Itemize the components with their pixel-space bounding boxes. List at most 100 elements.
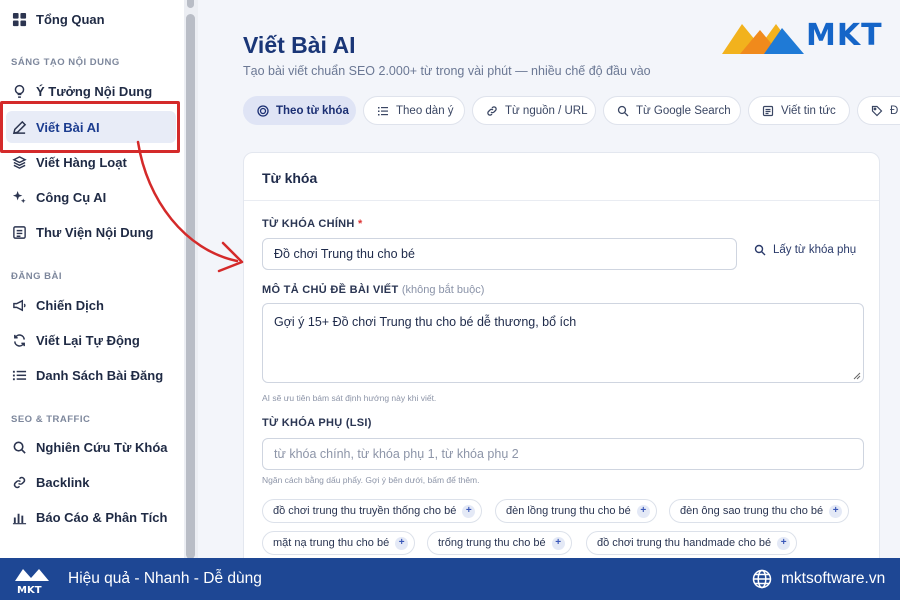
sidebar-scrollbar-thumb[interactable] [186,14,195,559]
search-icon [754,244,773,256]
sidebar-item-label: Chiến Dịch [36,297,104,313]
sidebar-section-seo: SEO & TRAFFIC [11,414,91,425]
tab-more[interactable]: Đ [857,96,900,125]
sidebar-item-auto-rewrite[interactable]: Viết Lại Tự Động [6,324,176,356]
layers-icon [11,154,27,170]
lightbulb-icon [11,83,27,99]
tab-outline[interactable]: Theo dàn ý [363,96,465,125]
sidebar-section-content: SÁNG TẠO NỘI DUNG [11,57,120,68]
bar-chart-icon [11,509,27,525]
search-icon [11,439,27,455]
footer-logo-text: MKT [17,585,42,595]
card-title: Từ khóa [262,170,318,186]
footer-website[interactable]: mktsoftware.vn [781,570,885,588]
sidebar-item-label: Viết Lại Tự Động [36,332,140,348]
lsi-suggestion-chip[interactable]: đèn ông sao trung thu cho bé + [669,499,850,523]
sidebar-item-library[interactable]: Thư Viện Nội Dung [6,216,176,248]
tab-label: Viết tin tức [781,104,836,117]
sidebar-item-post-list[interactable]: Danh Sách Bài Đăng [6,359,176,391]
page-subtitle: Tạo bài viết chuẩn SEO 2.000+ từ trong v… [243,64,651,78]
lsi-suggestion-chip[interactable]: đồ chơi trung thu truyền thống cho bé + [262,499,483,523]
plus-icon: + [395,536,409,550]
main-keyword-input[interactable]: Đồ chơi Trung thu cho bé [262,238,737,270]
lsi-suggestion-chip[interactable]: trống trung thu cho bé + [427,531,572,555]
sidebar-item-backlink[interactable]: Backlink [6,466,176,498]
sidebar-item-label: Danh Sách Bài Đăng [36,367,164,383]
lsi-input[interactable]: từ khóa chính, từ khóa phụ 1, từ khóa ph… [262,438,864,470]
tab-keyword[interactable]: Theo từ khóa [243,96,356,125]
keyword-card: Từ khóa TỪ KHÓA CHÍNH * Đồ chơi Trung th… [243,152,880,572]
megaphone-icon [11,297,27,313]
sidebar-item-label: Công Cụ AI [36,189,107,205]
get-lsi-label: Lấy từ khóa phụ [773,244,857,256]
tab-source-url[interactable]: Từ nguồn / URL [472,96,596,125]
tab-label: Theo dàn ý [396,104,454,117]
highlight-box [0,101,180,153]
tab-label: Theo từ khóa [276,104,349,117]
main-keyword-label: TỪ KHÓA CHÍNH * [262,218,363,230]
card-header: Từ khóa [244,153,879,201]
description-textarea[interactable]: Gợi ý 15+ Đồ chơi Trung thu cho bé dễ th… [262,303,864,383]
target-icon [257,104,269,117]
description-label: MÔ TẢ CHỦ ĐỀ BÀI VIẾT (không bắt buộc) [262,284,484,296]
lsi-suggestion-chip[interactable]: đèn lồng trung thu cho bé + [495,499,657,523]
resize-handle-icon[interactable] [853,372,861,380]
sparkles-icon [11,189,27,205]
sidebar-item-label: Báo Cáo & Phân Tích [36,509,168,525]
lsi-label: TỪ KHÓA PHỤ (LSI) [262,417,372,429]
lsi-suggestion-chip[interactable]: đồ chơi trung thu handmade cho bé + [586,531,798,555]
plus-icon: + [829,504,843,518]
sidebar-item-label: Ý Tưởng Nội Dung [36,83,153,99]
input-mode-tabs: Theo từ khóa Theo dàn ý Từ nguồn / URL T… [243,96,900,126]
optional-note: (không bắt buộc) [401,284,485,296]
tag-icon [871,105,883,117]
chip-label: trống trung thu cho bé [438,537,546,549]
description-hint: AI sẽ ưu tiên bám sát định hướng này khi… [262,393,437,403]
plus-icon: + [636,504,650,518]
tab-google-search[interactable]: Từ Google Search [603,96,741,125]
description-label-text: MÔ TẢ CHỦ ĐỀ BÀI VIẾT [262,284,399,296]
footer-logo-icon: MKT [15,569,49,595]
sidebar-item-label: Backlink [36,474,90,490]
list-icon [11,367,27,383]
archive-icon [11,224,27,240]
page-title: Viết Bài AI [243,32,356,58]
lsi-hint: Ngăn cách bằng dấu phẩy. Gợi ý bên dưới,… [262,475,480,485]
sidebar-item-label: Thư Viện Nội Dung [36,224,154,240]
tab-label: Từ nguồn / URL [505,104,588,117]
tab-news[interactable]: Viết tin tức [748,96,850,125]
required-mark: * [358,218,363,230]
chip-label: đèn ông sao trung thu cho bé [680,505,824,517]
plus-icon: + [551,536,565,550]
tab-label: Từ Google Search [636,104,731,117]
sidebar: Tổng Quan SÁNG TẠO NỘI DUNG Ý Tưởng Nội … [0,0,184,558]
sidebar-scrollbar-cap [187,0,194,8]
chip-label: mặt nạ trung thu cho bé [273,537,390,549]
refresh-icon [11,332,27,348]
sidebar-item-label: Tổng Quan [36,11,105,27]
sidebar-item-keyword-research[interactable]: Nghiên Cứu Từ Khóa [6,431,176,463]
main-content: Viết Bài AI Tạo bài viết chuẩn SEO 2.000… [200,0,900,572]
brand-logo-text: MKT [806,18,883,53]
lsi-suggestion-chip[interactable]: mặt nạ trung thu cho bé + [262,531,416,555]
sidebar-item-ai-tools[interactable]: Công Cụ AI [6,181,176,213]
chip-label: đồ chơi trung thu handmade cho bé [597,537,772,549]
description-value: Gợi ý 15+ Đồ chơi Trung thu cho bé dễ th… [274,315,577,329]
plus-icon: + [462,504,476,518]
link-icon [486,105,498,117]
sidebar-item-label: Nghiên Cứu Từ Khóa [36,439,168,455]
link-icon [11,474,27,490]
sidebar-item-campaigns[interactable]: Chiến Dịch [6,289,176,321]
footer-banner: MKT Hiệu quả - Nhanh - Dễ dùng mktsoftwa… [0,558,900,600]
list-icon [377,105,389,117]
sidebar-section-publish: ĐĂNG BÀI [11,271,62,282]
search-icon [617,105,629,117]
sidebar-item-overview[interactable]: Tổng Quan [6,3,176,35]
globe-icon [752,569,772,589]
sidebar-item-label: Viết Hàng Loạt [36,154,127,170]
chip-label: đồ chơi trung thu truyền thống cho bé [273,505,457,517]
get-lsi-link[interactable]: Lấy từ khóa phụ [754,244,856,256]
sidebar-item-reports[interactable]: Báo Cáo & Phân Tích [6,501,176,533]
main-keyword-label-text: TỪ KHÓA CHÍNH [262,218,355,230]
home-icon [11,11,27,27]
